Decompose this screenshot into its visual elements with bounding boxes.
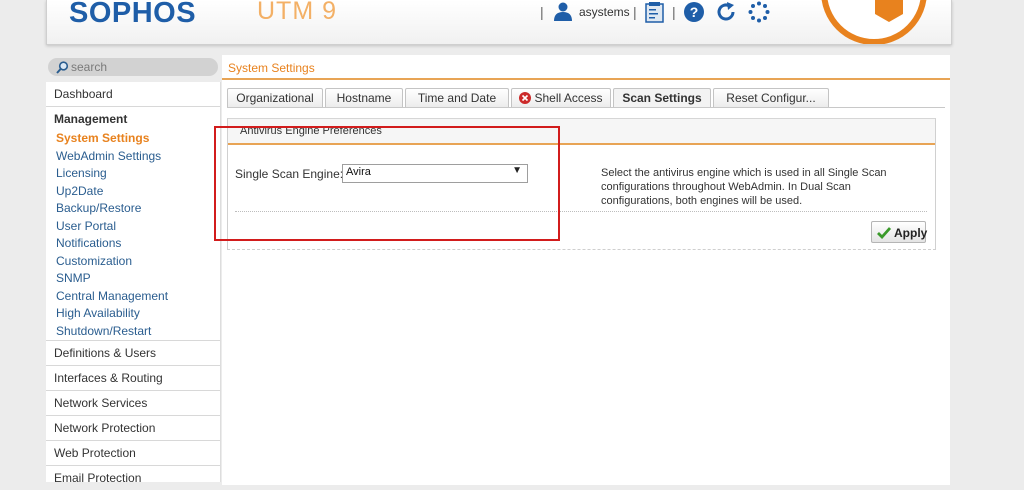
header-separator: | <box>633 4 637 20</box>
dropdown-arrow-icon: ▼ <box>512 165 522 176</box>
main-content: System Settings Organizational Hostname … <box>222 55 950 485</box>
sidebar-item-definitions-users[interactable]: Definitions & Users <box>46 340 220 365</box>
svg-text:?: ? <box>690 4 699 20</box>
tab-label: Time and Date <box>417 91 497 105</box>
app-header: SOPHOS UTM 9 | asystems | | ? <box>46 0 952 45</box>
sidebar-item-licensing[interactable]: Licensing <box>46 165 220 183</box>
product-name: UTM 9 <box>257 0 337 25</box>
search-input[interactable] <box>71 59 211 74</box>
header-separator: | <box>672 4 676 20</box>
sidebar-nav: Dashboard Management System Settings Web… <box>46 82 221 485</box>
tab-shell-access[interactable]: Shell Access <box>511 88 611 107</box>
sidebar-item-snmp[interactable]: SNMP <box>46 270 220 288</box>
sidebar-item-shutdown-restart[interactable]: Shutdown/Restart <box>46 323 220 341</box>
tab-scan-settings[interactable]: Scan Settings <box>613 88 711 108</box>
notes-icon[interactable] <box>644 1 666 26</box>
user-icon[interactable] <box>553 1 573 24</box>
tab-label: Scan Settings <box>622 91 702 105</box>
search-icon <box>56 61 69 74</box>
tab-organizational[interactable]: Organizational <box>227 88 323 107</box>
panel-header: Antivirus Engine Preferences <box>228 119 935 145</box>
tab-label: Hostname <box>336 91 392 105</box>
sidebar-item-backup-restore[interactable]: Backup/Restore <box>46 200 220 218</box>
engine-help-text: Select the antivirus engine which is use… <box>601 167 887 207</box>
apply-button[interactable]: Apply <box>871 221 928 243</box>
sidebar-item-email-protection[interactable]: Email Protection <box>46 465 220 490</box>
checkmark-icon <box>877 227 891 239</box>
tab-hostname[interactable]: Hostname <box>325 88 403 107</box>
engine-select[interactable]: Avira ▼ <box>342 164 528 183</box>
tab-label: Reset Configur... <box>726 91 816 105</box>
search-box <box>48 58 218 76</box>
engine-select-value: Avira <box>346 166 371 178</box>
tab-reset-configuration[interactable]: Reset Configur... <box>713 88 829 107</box>
username[interactable]: asystems <box>579 5 630 19</box>
refresh-icon[interactable] <box>715 1 737 26</box>
sophos-emblem-icon <box>819 0 929 44</box>
antivirus-engine-panel: Antivirus Engine Preferences Single Scan… <box>227 118 936 250</box>
sidebar-item-central-management[interactable]: Central Management <box>46 288 220 306</box>
page-title: System Settings <box>228 61 315 75</box>
panel-title: Antivirus Engine Preferences <box>240 125 382 137</box>
sidebar-item-user-portal[interactable]: User Portal <box>46 218 220 236</box>
tab-label: Organizational <box>236 91 314 105</box>
sophos-logo: SOPHOS <box>69 0 197 29</box>
tabs-divider <box>227 107 945 108</box>
sidebar-item-network-protection[interactable]: Network Protection <box>46 415 220 440</box>
tab-label: Shell Access <box>534 91 603 105</box>
sidebar-item-customization[interactable]: Customization <box>46 253 220 271</box>
sidebar-group-management[interactable]: Management <box>46 107 220 130</box>
title-divider <box>222 78 950 80</box>
sidebar-item-web-protection[interactable]: Web Protection <box>46 440 220 465</box>
sidebar-item-high-availability[interactable]: High Availability <box>46 305 220 323</box>
panel-divider <box>235 211 927 212</box>
sidebar-item-webadmin-settings[interactable]: WebAdmin Settings <box>46 148 220 166</box>
activity-icon[interactable] <box>748 1 770 26</box>
sidebar-item-notifications[interactable]: Notifications <box>46 235 220 253</box>
sidebar-item-interfaces-routing[interactable]: Interfaces & Routing <box>46 365 220 390</box>
sidebar-item-up2date[interactable]: Up2Date <box>46 183 220 201</box>
sidebar-item-network-services[interactable]: Network Services <box>46 390 220 415</box>
header-separator: | <box>540 4 544 20</box>
tab-time-and-date[interactable]: Time and Date <box>405 88 509 107</box>
apply-label: Apply <box>894 226 928 240</box>
help-icon[interactable]: ? <box>683 1 705 26</box>
sidebar-item-dashboard[interactable]: Dashboard <box>46 82 220 107</box>
engine-label: Single Scan Engine: <box>235 167 344 181</box>
sidebar-item-system-settings[interactable]: System Settings <box>46 130 220 148</box>
